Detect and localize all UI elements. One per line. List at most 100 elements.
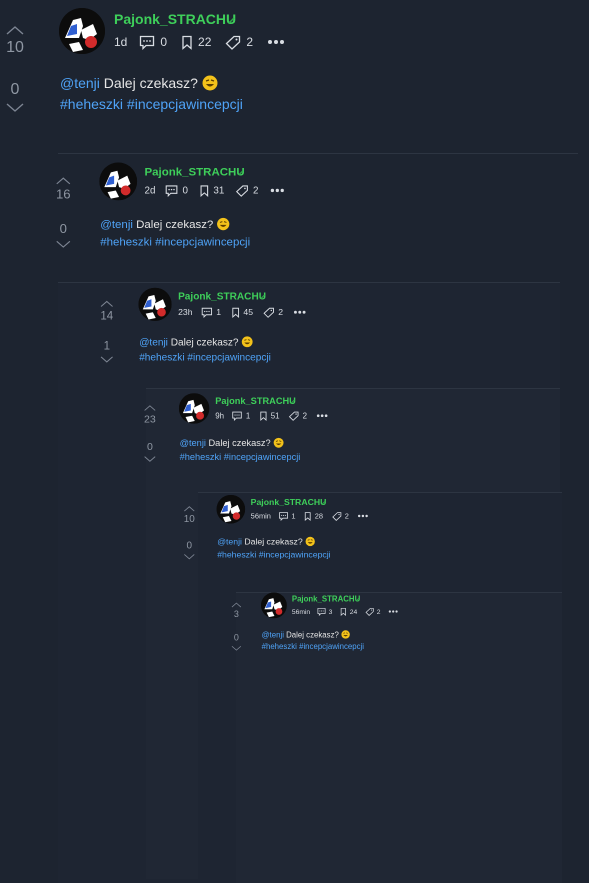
username[interactable]: Pajonk_STRACHU (178, 290, 266, 302)
comment-body: @tenji Dalej czekasz? #heheszki #incepcja… (180, 436, 301, 464)
username[interactable]: Pajonk_STRACHU (251, 497, 327, 507)
mention-link[interactable]: @tenji (60, 75, 100, 91)
comment: 10 0 Pajonk_STRACHU 56min 1 28 2 @tenji Dalej c… (180, 490, 589, 583)
reply-count: 1 (291, 511, 296, 521)
reply-count: 0 (182, 184, 188, 197)
mention-link[interactable]: @tenji (139, 336, 168, 348)
avatar[interactable] (178, 393, 210, 424)
tag-icon[interactable] (225, 35, 241, 50)
upvote[interactable]: 14 (96, 299, 118, 323)
hashtags-link[interactable]: #heheszki #incepcjawincepcji (100, 235, 250, 248)
reply-count: 1 (216, 307, 222, 318)
save-count: 45 (243, 307, 254, 318)
more-options-icon[interactable] (293, 310, 306, 314)
upvote[interactable]: 10 (180, 505, 199, 526)
comment-body: @tenji Dalej czekasz? #heheszki #incepcja… (60, 73, 243, 115)
online-status-icon (238, 170, 244, 176)
bookmark-icon[interactable] (181, 35, 193, 50)
tag-count: 2 (246, 35, 254, 49)
comment-icon[interactable] (201, 307, 213, 318)
avatar[interactable] (59, 8, 105, 54)
more-options-icon[interactable] (270, 188, 285, 193)
more-options-icon[interactable] (358, 514, 369, 518)
upvote-count: 23 (144, 413, 156, 425)
comment-time: 23h (178, 307, 193, 318)
tag-icon[interactable] (332, 511, 342, 521)
tag-count: 2 (376, 607, 381, 616)
mention-link[interactable]: @tenji (262, 630, 284, 639)
hashtags-link[interactable]: #heheszki #incepcjawincepcji (180, 451, 301, 462)
reply-count: 3 (328, 607, 333, 616)
comment-text: Dalej czekasz? (136, 217, 214, 231)
comment-meta: 23h 1 45 2 (178, 306, 306, 318)
downvote[interactable]: 0 (140, 441, 160, 463)
comment-body: @tenji Dalej czekasz? #heheszki #incepcja… (217, 535, 330, 561)
upvote[interactable]: 10 (0, 24, 30, 58)
bookmark-icon[interactable] (304, 511, 311, 521)
mention-link[interactable]: @tenji (217, 537, 242, 547)
comment: 14 1 Pajonk_STRACHU 23h 1 45 2 @tenji Dalej cze… (96, 282, 589, 390)
hashtags-link[interactable]: #heheszki #incepcjawincepcji (60, 96, 243, 112)
avatar[interactable] (138, 287, 172, 321)
more-options-icon[interactable] (388, 610, 398, 613)
username[interactable]: Pajonk_STRACHU (292, 594, 360, 603)
downvote[interactable]: 0 (180, 540, 199, 561)
comment-icon[interactable] (278, 511, 288, 521)
bookmark-icon[interactable] (259, 411, 267, 421)
comment-time: 1d (114, 35, 128, 49)
comment-time: 2d (144, 184, 156, 197)
save-count: 31 (213, 184, 225, 197)
online-status-icon (290, 399, 295, 404)
upvote-count: 16 (55, 187, 71, 202)
tag-icon[interactable] (365, 607, 374, 616)
downvote-count: 0 (233, 633, 239, 643)
mention-link[interactable]: @tenji (100, 218, 133, 231)
upvote[interactable]: 23 (140, 404, 160, 426)
tag-icon[interactable] (236, 184, 249, 197)
comment-meta: 56min 1 28 2 (251, 511, 369, 521)
comment-body: @tenji Dalej czekasz? #heheszki #incepcja… (262, 629, 364, 653)
tag-icon[interactable] (263, 307, 275, 318)
bookmark-icon[interactable] (340, 607, 347, 616)
downvote[interactable]: 0 (51, 222, 76, 250)
avatar[interactable] (216, 494, 246, 524)
upvote[interactable]: 16 (51, 176, 76, 204)
avatar[interactable] (261, 592, 287, 619)
username[interactable]: Pajonk_STRACHU (114, 11, 236, 27)
mention-link[interactable]: @tenji (180, 438, 206, 449)
bookmark-icon[interactable] (231, 307, 240, 318)
more-options-icon[interactable] (316, 414, 328, 418)
downvote[interactable]: 0 (0, 80, 30, 114)
avatar[interactable] (99, 162, 138, 201)
bookmark-icon[interactable] (199, 184, 209, 197)
hashtags-link[interactable]: #heheszki #incepcjawincepcji (262, 642, 364, 651)
comment: 3 0 Pajonk_STRACHU 56min 3 24 2 @tenji Dalej cz… (228, 588, 589, 672)
online-status-icon (228, 17, 235, 24)
downvote[interactable]: 0 (228, 633, 245, 652)
save-count: 22 (198, 35, 212, 49)
reply-count: 1 (245, 411, 251, 421)
comment-time: 56min (250, 511, 271, 521)
tag-count: 2 (253, 184, 259, 197)
comment: 16 0 Pajonk_STRACHU 2d 0 31 2 @tenji Dalej czek… (51, 156, 589, 279)
downvote[interactable]: 1 (96, 340, 118, 364)
comment-body: @tenji Dalej czekasz? #heheszki #incepcja… (139, 335, 271, 365)
comment-icon[interactable] (139, 35, 155, 50)
more-options-icon[interactable] (267, 39, 285, 45)
avatar-image (138, 287, 172, 321)
comment-text: Dalej czekasz? (103, 75, 198, 91)
username[interactable]: Pajonk_STRACHU (215, 395, 296, 406)
upvote-count: 10 (6, 39, 24, 56)
comment-icon[interactable] (232, 411, 243, 421)
hashtags-link[interactable]: #heheszki #incepcjawincepcji (139, 351, 271, 363)
tag-icon[interactable] (289, 411, 300, 421)
upvote[interactable]: 3 (228, 601, 245, 620)
downvote-count: 0 (59, 222, 67, 237)
comment-meta: 1d 0 22 2 (114, 34, 285, 50)
rofl-emoji-icon (305, 536, 315, 547)
avatar-image (178, 393, 210, 424)
hashtags-link[interactable]: #heheszki #incepcjawincepcji (217, 550, 330, 560)
comment-icon[interactable] (317, 607, 326, 616)
username[interactable]: Pajonk_STRACHU (144, 165, 244, 178)
comment-icon[interactable] (165, 184, 178, 197)
